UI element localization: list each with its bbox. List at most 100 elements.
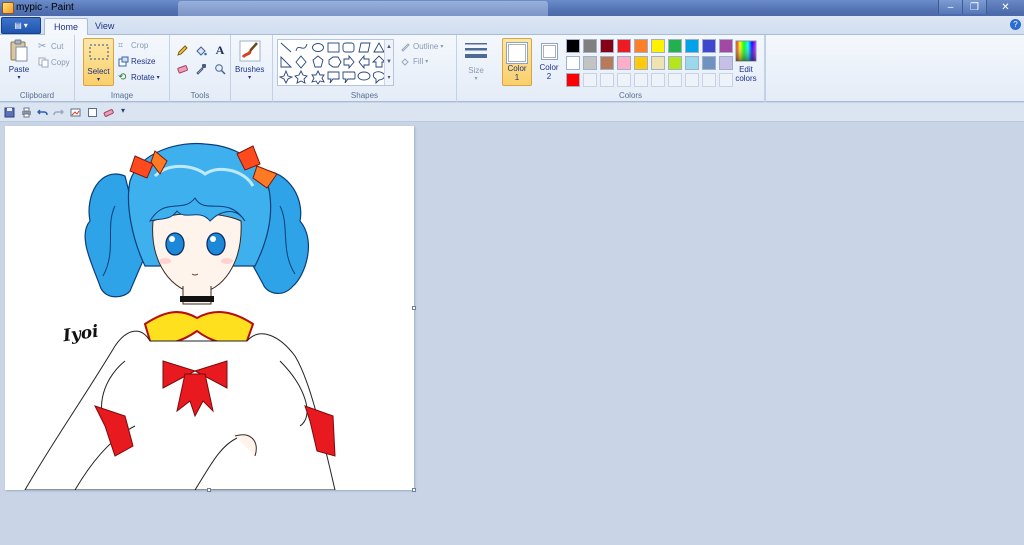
close-button[interactable]: ✕ bbox=[986, 0, 1024, 14]
size-button[interactable]: Size ▾ bbox=[464, 40, 488, 82]
palette-swatch[interactable] bbox=[702, 39, 716, 53]
palette-swatch[interactable] bbox=[685, 56, 699, 70]
shapes-group: ▲ ▼ ▾ Outline ▾ Fill ▾ Shapes bbox=[273, 35, 457, 102]
tools-grid: A bbox=[174, 43, 228, 76]
undo-icon[interactable] bbox=[37, 107, 48, 118]
resize-handle-right[interactable] bbox=[412, 306, 416, 310]
tab-home[interactable]: Home bbox=[44, 18, 89, 36]
palette-swatch[interactable] bbox=[719, 56, 733, 70]
eraser-icon[interactable] bbox=[174, 61, 190, 76]
resize-icon bbox=[118, 56, 129, 67]
callout-rectangle-shape-icon bbox=[327, 71, 340, 84]
cut-button[interactable]: ✂ Cut bbox=[38, 41, 63, 52]
text-tool-icon[interactable]: A bbox=[212, 43, 228, 58]
palette-swatch[interactable] bbox=[566, 39, 580, 53]
quick-access-toolbar: ▾ bbox=[0, 103, 1024, 122]
palette-swatch[interactable] bbox=[668, 73, 682, 87]
selection-rectangle-icon bbox=[89, 44, 108, 60]
brushes-button[interactable]: Brushes ▾ bbox=[235, 39, 264, 81]
tools-group-label: Tools bbox=[190, 91, 210, 100]
new-canvas-icon[interactable] bbox=[87, 107, 98, 118]
brush-icon bbox=[239, 40, 261, 62]
help-icon[interactable]: ? bbox=[1010, 19, 1021, 30]
palette-swatch[interactable] bbox=[583, 56, 597, 70]
customize-toolbar-icon[interactable]: ▾ bbox=[121, 106, 132, 117]
pencil-icon[interactable] bbox=[174, 43, 190, 58]
paint-menu-button[interactable]: ▤ ▾ bbox=[1, 17, 41, 34]
palette-swatch[interactable] bbox=[719, 73, 733, 87]
restore-button[interactable]: ❐ bbox=[962, 0, 986, 14]
edit-colors-button[interactable]: Edit colors bbox=[732, 40, 760, 83]
collar-drawing bbox=[143, 311, 255, 345]
brushes-group: Brushes ▾ bbox=[231, 35, 273, 102]
color2-button[interactable]: Color 2 bbox=[536, 43, 562, 81]
eraser-icon[interactable] bbox=[103, 107, 114, 118]
palette-swatch[interactable] bbox=[685, 73, 699, 87]
palette-swatch[interactable] bbox=[617, 39, 631, 53]
palette-swatch[interactable] bbox=[583, 39, 597, 53]
palette-swatch[interactable] bbox=[668, 39, 682, 53]
palette-swatch[interactable] bbox=[634, 56, 648, 70]
paste-button[interactable]: Paste ▾ bbox=[7, 39, 31, 81]
save-icon[interactable] bbox=[4, 107, 15, 118]
chevron-up-icon[interactable]: ▲ bbox=[386, 44, 392, 50]
image-properties-icon[interactable] bbox=[70, 107, 81, 118]
palette-swatch[interactable] bbox=[600, 39, 614, 53]
chevron-down-icon: ▾ bbox=[425, 59, 429, 65]
palette-swatch[interactable] bbox=[634, 39, 648, 53]
color2-swatch-frame bbox=[540, 43, 558, 60]
resize-button[interactable]: Resize bbox=[118, 56, 155, 67]
rectangle-shape-icon bbox=[327, 42, 340, 53]
color-picker-icon[interactable] bbox=[193, 61, 209, 76]
palette-swatch[interactable] bbox=[719, 39, 733, 53]
ribbon: Paste ▾ ✂ Cut Copy Clipboard Select ▾ ⌗ … bbox=[0, 35, 1024, 102]
right-eye-drawing bbox=[206, 232, 226, 256]
shapes-gallery-scroll[interactable]: ▲ ▼ ▾ bbox=[384, 40, 393, 85]
callout-cloud-shape-icon bbox=[372, 71, 385, 85]
outline-button[interactable]: Outline ▾ bbox=[400, 41, 443, 52]
fill-bucket-icon[interactable] bbox=[193, 43, 209, 58]
fill-button[interactable]: Fill ▾ bbox=[400, 56, 428, 67]
palette-swatch[interactable] bbox=[668, 56, 682, 70]
palette-swatch[interactable] bbox=[702, 73, 716, 87]
pentagon-shape-icon bbox=[312, 55, 324, 68]
select-button[interactable]: Select ▾ bbox=[83, 38, 114, 86]
palette-swatch[interactable] bbox=[702, 56, 716, 70]
chevron-down-icon[interactable]: ▼ bbox=[386, 59, 392, 65]
size-group: Size ▾ bbox=[457, 35, 497, 102]
palette-swatch[interactable] bbox=[600, 56, 614, 70]
palette-swatch[interactable] bbox=[685, 39, 699, 53]
print-icon[interactable] bbox=[21, 107, 32, 118]
palette-swatch[interactable] bbox=[651, 39, 665, 53]
anime-girl-drawing bbox=[24, 142, 336, 490]
color1-button[interactable]: Color 1 bbox=[502, 38, 532, 86]
dress-drawing bbox=[24, 330, 336, 490]
cut-label: Cut bbox=[51, 42, 64, 51]
palette-swatch[interactable] bbox=[617, 56, 631, 70]
copy-button[interactable]: Copy bbox=[38, 57, 70, 68]
palette-swatch[interactable] bbox=[651, 73, 665, 87]
palette-swatch[interactable] bbox=[651, 56, 665, 70]
more-shapes-icon[interactable]: ▾ bbox=[387, 74, 390, 81]
minimize-button[interactable]: – bbox=[938, 0, 962, 14]
palette-swatch[interactable] bbox=[566, 73, 580, 87]
crop-button[interactable]: ⌗ Crop bbox=[118, 40, 148, 51]
palette-swatch[interactable] bbox=[600, 73, 614, 87]
tab-view[interactable]: View bbox=[86, 18, 123, 35]
color-palette bbox=[566, 39, 733, 87]
redo-icon[interactable] bbox=[53, 107, 64, 118]
left-arrow-shape-icon bbox=[358, 54, 370, 70]
window-controls: – ❐ ✕ bbox=[938, 0, 1024, 14]
palette-swatch[interactable] bbox=[617, 73, 631, 87]
right-arrow-shape-icon bbox=[343, 54, 355, 70]
oval-shape-icon bbox=[312, 43, 324, 52]
palette-swatch[interactable] bbox=[566, 56, 580, 70]
resize-handle-corner[interactable] bbox=[412, 488, 416, 492]
resize-handle-bottom[interactable] bbox=[207, 488, 211, 492]
drawing-canvas[interactable]: Iyoi bbox=[5, 126, 414, 490]
palette-swatch[interactable] bbox=[583, 73, 597, 87]
chevron-down-icon: ▾ bbox=[17, 75, 21, 81]
rotate-button[interactable]: ⟲ Rotate ▾ bbox=[118, 72, 160, 83]
magnifier-icon[interactable] bbox=[212, 61, 228, 76]
palette-swatch[interactable] bbox=[634, 73, 648, 87]
